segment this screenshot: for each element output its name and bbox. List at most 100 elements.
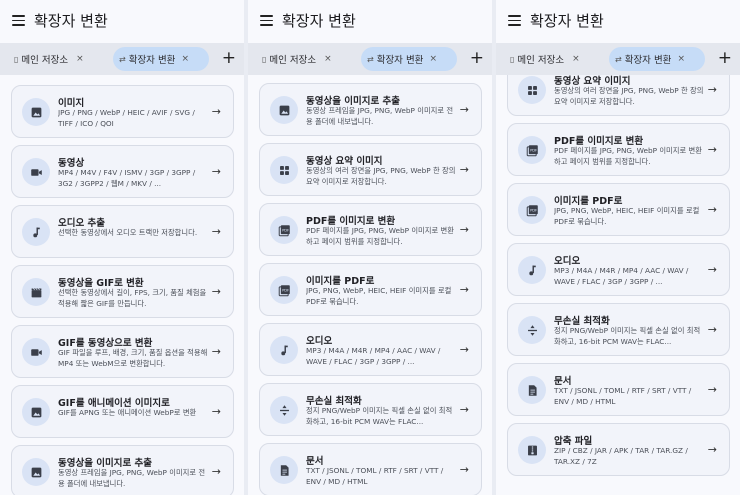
list-item[interactable]: 오디오 추출 선택한 동영상에서 오디오 트랙만 저장합니다. → (11, 205, 234, 258)
close-icon[interactable]: × (181, 54, 189, 64)
item-title: 오디오 추출 (58, 218, 106, 229)
list-item[interactable]: PDF 이미지를 PDF로 JPG, PNG, WebP, HEIC, HEIF… (259, 263, 482, 316)
plus-icon[interactable]: + (470, 48, 484, 68)
tab-label: 확장자 변환 (128, 55, 176, 66)
list-item[interactable]: 동영상 MP4 / M4V / F4V / ISMV / 3GP / 3GPP … (11, 145, 234, 198)
list-item[interactable]: 동영상 요약 이미지 동영상의 여러 장면을 JPG, PNG, WebP 한 … (507, 75, 730, 116)
list-item[interactable]: PDF PDF를 이미지로 변환 PDF 페이지를 JPG, PNG, WebP… (507, 123, 730, 176)
item-description: GIF를 APNG 또는 애니메이션 WebP로 변환 (58, 408, 197, 417)
screen: 확장자 변환 ▯ 메인 저장소 × ⇄ 확장자 변환 × + 이미지 JPG /… (0, 0, 740, 495)
list-item[interactable]: GIF를 애니메이션 이미지로 GIF를 APNG 또는 애니메이션 WebP로… (11, 385, 234, 438)
equal-split-icon (270, 396, 298, 424)
tab-bar: ▯ 메인 저장소 × ⇄ 확장자 변환 × (0, 43, 244, 75)
arrow-right-icon: → (707, 83, 717, 96)
menu-icon[interactable] (12, 15, 25, 26)
item-description: PDF 페이지를 JPG, PNG, WebP 이미지로 변환하고 페이지 범위… (306, 226, 454, 246)
arrow-right-icon: → (459, 463, 469, 476)
list-item[interactable]: 이미지 JPG / PNG / WebP / HEIC / AVIF / SVG… (11, 85, 234, 138)
arrow-right-icon: → (211, 165, 221, 178)
item-description: 정지 PNG/WebP 이미지는 픽셀 손실 없이 최적화하고, 16-bit … (554, 326, 701, 346)
item-description: 동영상 프레임을 JPG, PNG, WebP 이미지로 전용 폴더에 내보냅니… (306, 106, 454, 126)
item-title: 압축 파일 (554, 436, 593, 447)
list-item[interactable]: 동영상을 GIF로 변환 선택한 동영상에서 길이, FPS, 크기, 품질 체… (11, 265, 234, 318)
tab-main-storage[interactable]: ▯ 메인 저장소 × (510, 47, 580, 71)
item-description: PDF 페이지를 JPG, PNG, WebP 이미지로 변환하고 페이지 범위… (554, 146, 702, 166)
tab-label: 확장자 변환 (376, 55, 424, 66)
image-icon (22, 98, 50, 126)
list-item[interactable]: PDF PDF를 이미지로 변환 PDF 페이지를 JPG, PNG, WebP… (259, 203, 482, 256)
item-title: 오디오 (306, 336, 333, 347)
grid-icon (518, 76, 546, 104)
convert-list: 동영상을 이미지로 추출 동영상 프레임을 JPG, PNG, WebP 이미지… (248, 75, 492, 495)
item-description: 선택한 동영상에서 오디오 트랙만 저장합니다. (58, 228, 198, 237)
tab-extension-convert[interactable]: ⇄ 확장자 변환 × (361, 47, 457, 71)
tab-label: 확장자 변환 (624, 55, 672, 66)
item-description: GIF 파일을 루프, 배경, 크기, 품질 옵션을 적용해 MP4 또는 We… (58, 348, 208, 368)
list-item[interactable]: 동영상을 이미지로 추출 동영상 프레임을 JPG, PNG, WebP 이미지… (11, 445, 234, 495)
video-icon (22, 158, 50, 186)
item-title: GIF를 애니메이션 이미지로 (58, 398, 170, 409)
list-item[interactable]: 문서 TXT / JSONL / TOML / RTF / SRT / VTT … (507, 363, 730, 416)
menu-icon[interactable] (260, 15, 273, 26)
item-title: 동영상 (58, 158, 85, 169)
tab-extension-convert[interactable]: ⇄ 확장자 변환 × (609, 47, 705, 71)
music-note-icon (518, 256, 546, 284)
item-description: 정지 PNG/WebP 이미지는 픽셀 손실 없이 최적화하고, 16-bit … (306, 406, 453, 426)
pdf-icon: PDF (270, 276, 298, 304)
document-icon (270, 456, 298, 484)
svg-text:PDF: PDF (282, 228, 289, 232)
arrow-right-icon: → (707, 143, 717, 156)
list-item[interactable]: 오디오 MP3 / M4A / M4R / MP4 / AAC / WAV / … (507, 243, 730, 296)
tab-extension-convert[interactable]: ⇄ 확장자 변환 × (113, 47, 209, 71)
phone-icon: ▯ (510, 54, 515, 64)
panel-2: 확장자 변환 ▯ 메인 저장소 × ⇄ 확장자 변환 × + 동영상을 이미지로… (248, 0, 492, 495)
plus-icon[interactable]: + (718, 48, 732, 68)
item-description: MP3 / M4A / M4R / MP4 / AAC / WAV / WAVE… (554, 266, 689, 286)
list-item[interactable]: 동영상 요약 이미지 동영상의 여러 장면을 JPG, PNG, WebP 한 … (259, 143, 482, 196)
close-icon[interactable]: × (572, 54, 580, 64)
list-item[interactable]: 무손실 최적화 정지 PNG/WebP 이미지는 픽셀 손실 없이 최적화하고,… (259, 383, 482, 436)
close-icon[interactable]: × (429, 54, 437, 64)
list-item[interactable]: 압축 파일 ZIP / CBZ / JAR / APK / TAR / TAR.… (507, 423, 730, 476)
arrow-right-icon: → (707, 263, 717, 276)
tab-main-storage[interactable]: ▯ 메인 저장소 × (14, 47, 84, 71)
panel-3: 확장자 변환 ▯ 메인 저장소 × ⇄ 확장자 변환 × + 동영상 요약 이미… (496, 0, 740, 495)
arrow-right-icon: → (459, 163, 469, 176)
list-item[interactable]: 오디오 MP3 / M4A / M4R / MP4 / AAC / WAV / … (259, 323, 482, 376)
item-description: TXT / JSONL / TOML / RTF / SRT / VTT / E… (554, 386, 692, 406)
tab-bar: ▯ 메인 저장소 × ⇄ 확장자 변환 × (248, 43, 492, 75)
app-bar: 확장자 변환 (248, 0, 492, 42)
item-title: 동영상을 이미지로 추출 (306, 96, 401, 107)
tab-main-storage[interactable]: ▯ 메인 저장소 × (262, 47, 332, 71)
pdf-icon: PDF (518, 136, 546, 164)
svg-text:PDF: PDF (530, 208, 537, 212)
arrow-right-icon: → (707, 383, 717, 396)
item-title: GIF를 동영상으로 변환 (58, 338, 153, 349)
item-description: TXT / JSONL / TOML / RTF / SRT / VTT / E… (306, 466, 444, 486)
list-item[interactable]: 무손실 최적화 정지 PNG/WebP 이미지는 픽셀 손실 없이 최적화하고,… (507, 303, 730, 356)
item-description: MP3 / M4A / M4R / MP4 / AAC / WAV / WAVE… (306, 346, 441, 366)
item-title: 무손실 최적화 (306, 396, 362, 407)
item-description: ZIP / CBZ / JAR / APK / TAR / TAR.GZ / T… (554, 446, 688, 466)
close-icon[interactable]: × (76, 54, 84, 64)
list-item[interactable]: PDF 이미지를 PDF로 JPG, PNG, WebP, HEIC, HEIF… (507, 183, 730, 236)
close-icon[interactable]: × (324, 54, 332, 64)
music-note-icon (270, 336, 298, 364)
image-icon (270, 96, 298, 124)
list-item[interactable]: 동영상을 이미지로 추출 동영상 프레임을 JPG, PNG, WebP 이미지… (259, 83, 482, 136)
swap-icon: ⇄ (367, 54, 374, 64)
plus-icon[interactable]: + (222, 48, 236, 68)
item-title: 이미지를 PDF로 (554, 196, 623, 207)
item-title: 무손실 최적화 (554, 316, 610, 327)
menu-icon[interactable] (508, 15, 521, 26)
arrow-right-icon: → (211, 225, 221, 238)
list-item[interactable]: 문서 TXT / JSONL / TOML / RTF / SRT / VTT … (259, 443, 482, 495)
svg-text:PDF: PDF (530, 148, 537, 152)
archive-icon (518, 436, 546, 464)
item-title: 이미지 (58, 98, 85, 109)
close-icon[interactable]: × (677, 54, 685, 64)
arrow-right-icon: → (459, 403, 469, 416)
page-title: 확장자 변환 (34, 12, 108, 30)
arrow-right-icon: → (211, 405, 221, 418)
list-item[interactable]: GIF를 동영상으로 변환 GIF 파일을 루프, 배경, 크기, 품질 옵션을… (11, 325, 234, 378)
